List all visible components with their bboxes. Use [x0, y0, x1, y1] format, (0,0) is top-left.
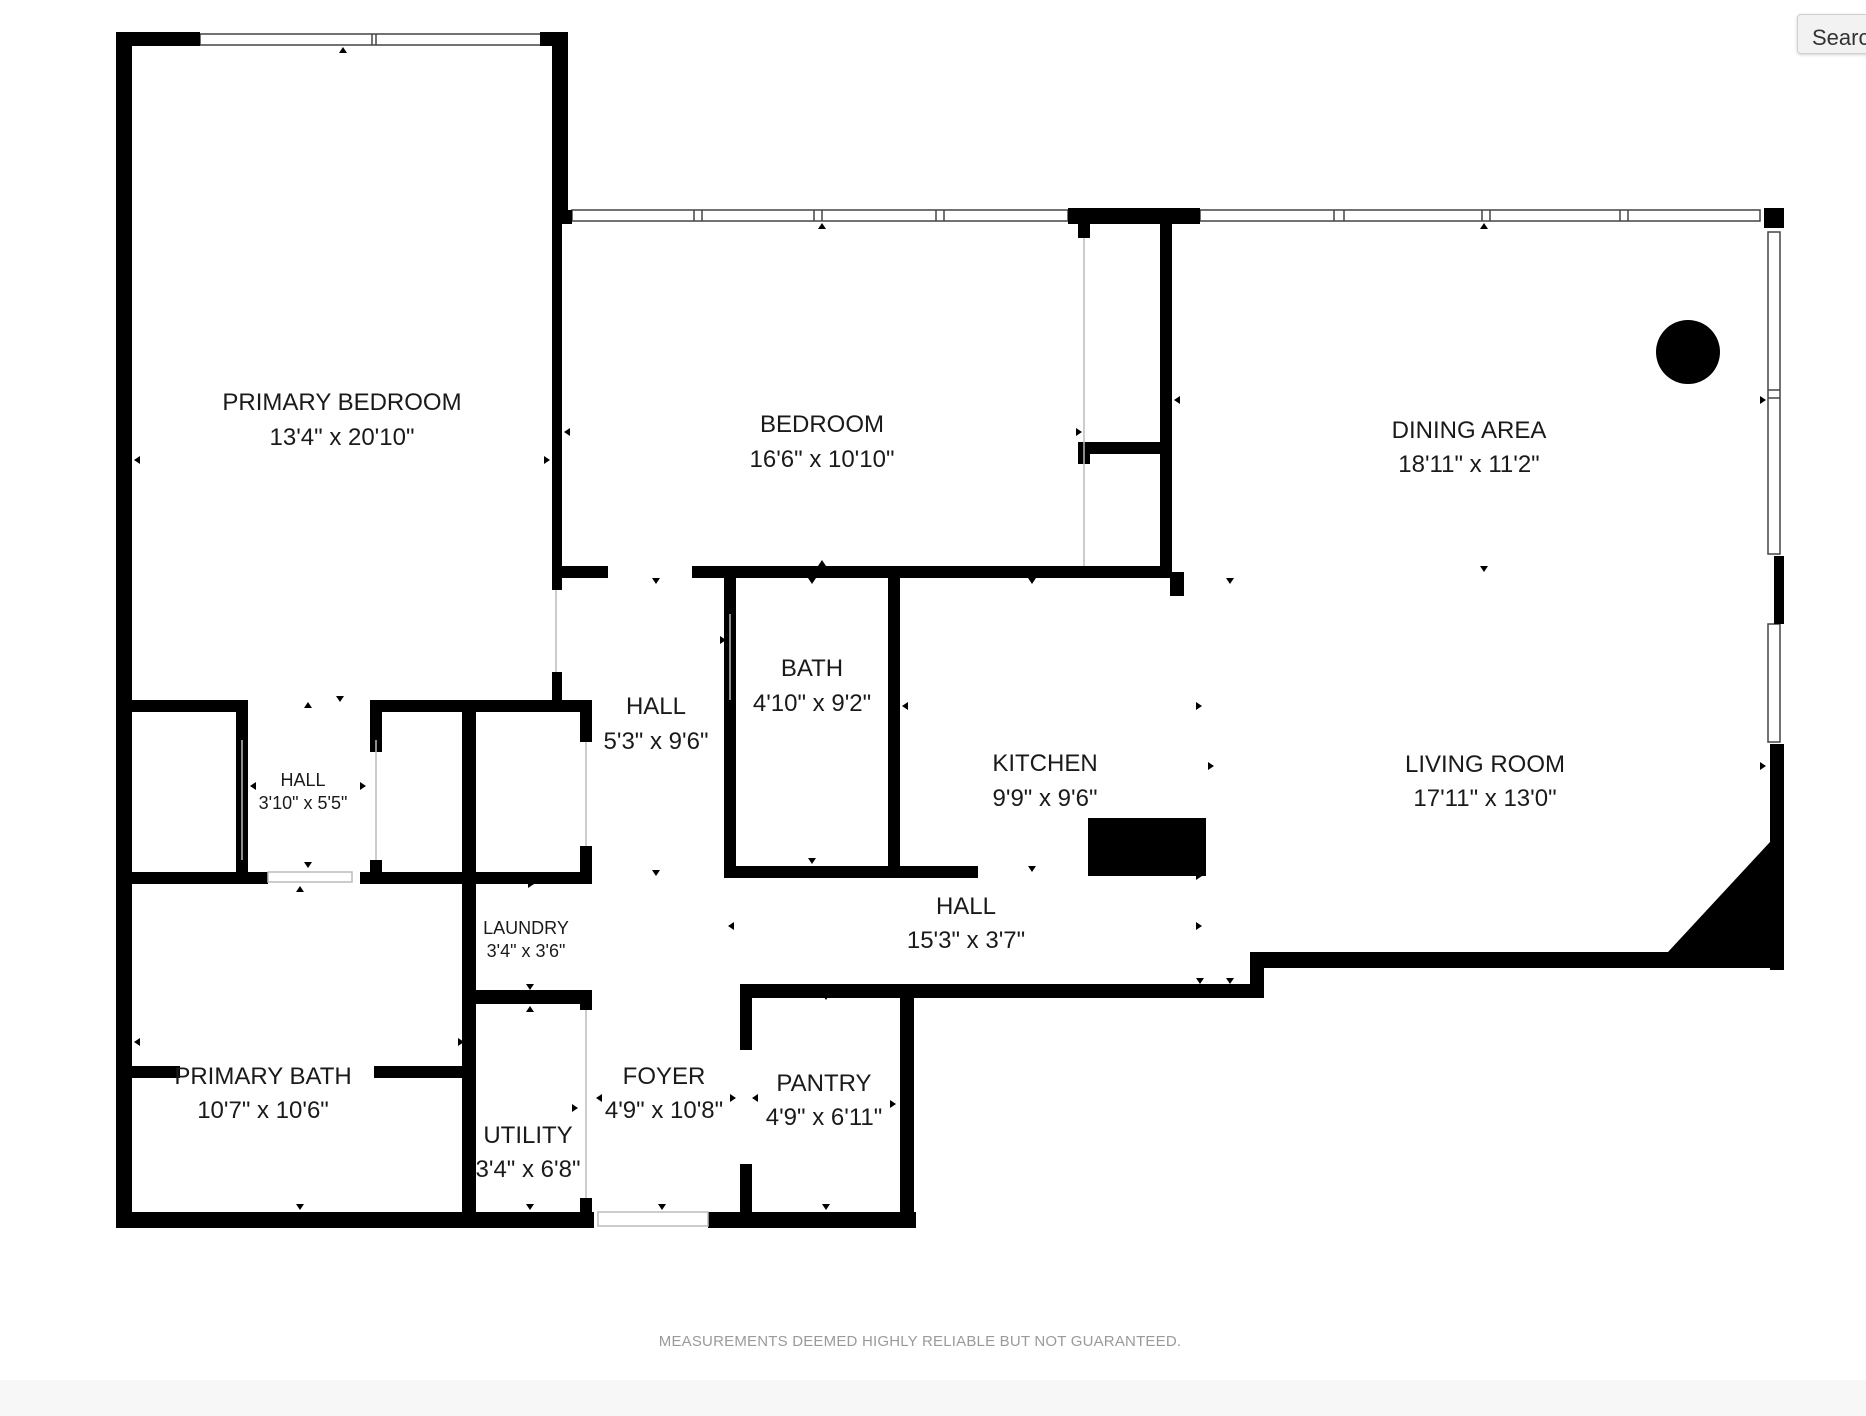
- room-dims-bath: 4'10" x 9'2": [753, 690, 871, 717]
- room-dims-bedroom: 16'6" x 10'10": [750, 446, 895, 473]
- room-dims-foyer: 4'9" x 10'8": [605, 1097, 723, 1124]
- column-circle: [1656, 320, 1720, 384]
- room-name-foyer: FOYER: [623, 1063, 706, 1090]
- room-name-primary-bedroom: PRIMARY BEDROOM: [222, 389, 461, 416]
- room-name-primary-bath: PRIMARY BATH: [174, 1063, 351, 1090]
- room-name-hall-long: HALL: [936, 893, 996, 920]
- search-button[interactable]: Search: [1797, 14, 1866, 54]
- measurements-disclaimer: MEASUREMENTS DEEMED HIGHLY RELIABLE BUT …: [658, 1333, 1182, 1350]
- corner-wall: [1668, 842, 1770, 952]
- room-name-dining-area: DINING AREA: [1392, 417, 1547, 444]
- room-dims-hall-main: 5'3" x 9'6": [604, 728, 709, 755]
- room-name-hall-small: HALL: [280, 770, 325, 790]
- bottom-strip: [0, 1380, 1866, 1416]
- room-dims-utility: 3'4" x 6'8": [476, 1156, 581, 1183]
- room-dims-kitchen: 9'9" x 9'6": [993, 785, 1098, 812]
- room-name-hall-main: HALL: [626, 693, 686, 720]
- room-name-laundry: LAUNDRY: [483, 918, 569, 938]
- room-name-bedroom: BEDROOM: [760, 411, 884, 438]
- room-name-pantry: PANTRY: [776, 1070, 871, 1097]
- room-dims-hall-long: 15'3" x 3'7": [907, 927, 1025, 954]
- room-name-utility: UTILITY: [483, 1122, 572, 1149]
- window-east-2: [1767, 623, 1781, 743]
- room-name-living-room: LIVING ROOM: [1405, 751, 1565, 778]
- room-labels: PRIMARY BEDROOM 13'4" x 20'10" BEDROOM 1…: [174, 389, 1565, 1183]
- window-bedroom: [571, 209, 1069, 222]
- kitchen-stove: [1088, 818, 1206, 876]
- floor-plan-diagram: PRIMARY BEDROOM 13'4" x 20'10" BEDROOM 1…: [116, 32, 1784, 1228]
- room-name-bath: BATH: [781, 655, 843, 682]
- window-primary-bedroom: [199, 33, 543, 46]
- window-dining: [1199, 209, 1761, 222]
- room-dims-dining-area: 18'11" x 11'2": [1398, 451, 1539, 478]
- room-dims-hall-small: 3'10" x 5'5": [259, 793, 348, 813]
- room-dims-pantry: 4'9" x 6'11": [766, 1104, 883, 1131]
- windows: [199, 33, 1781, 743]
- window-east-1: [1767, 231, 1781, 555]
- room-dims-living-room: 17'11" x 13'0": [1413, 785, 1556, 812]
- room-dims-primary-bedroom: 13'4" x 20'10": [270, 424, 415, 451]
- walls: [116, 32, 1784, 1228]
- room-dims-primary-bath: 10'7" x 10'6": [197, 1097, 329, 1124]
- room-dims-laundry: 3'4" x 3'6": [487, 941, 566, 961]
- room-name-kitchen: KITCHEN: [992, 750, 1097, 777]
